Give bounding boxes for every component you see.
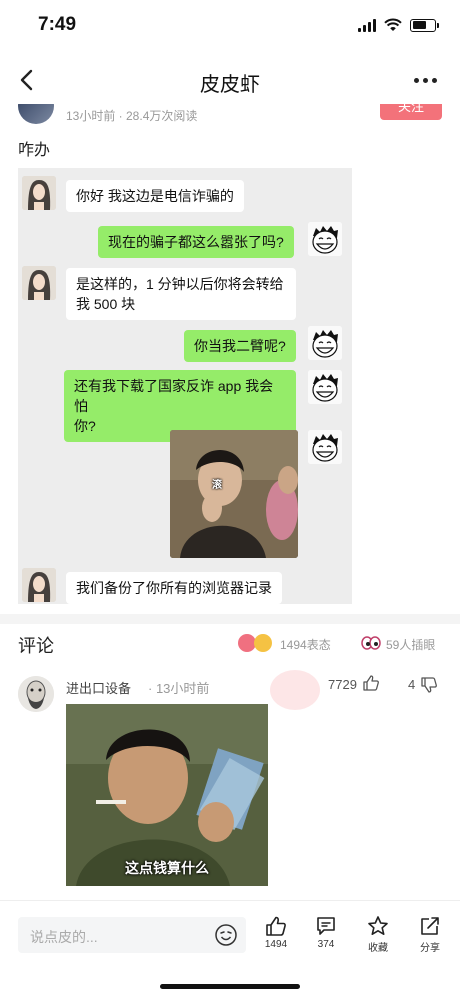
- commenter-name[interactable]: 进出口设备: [66, 678, 131, 697]
- chat-message: 你好 我这边是电信诈骗的: [66, 180, 244, 212]
- section-divider: [0, 614, 460, 624]
- home-indicator[interactable]: [160, 984, 300, 989]
- author-avatar[interactable]: [18, 104, 54, 124]
- comment-meme-image[interactable]: 这点钱算什么: [66, 704, 268, 886]
- chat-screenshot-image[interactable]: 你好 我这边是电信诈骗的 现在的骗子都这么嚣张了吗? 是这样的，1 分钟以后你将…: [18, 168, 352, 604]
- thumbs-up-icon[interactable]: [362, 674, 380, 692]
- post-meta: 13小时前 · 28.4万次阅读: [66, 109, 198, 123]
- cellular-signal-icon: [358, 18, 376, 32]
- meme-caption: 这点钱算什么: [125, 860, 209, 876]
- god-comment-stamp: [270, 670, 320, 710]
- user-avatar: [308, 370, 342, 404]
- chat-message: 是这样的，1 分钟以后你将会转给 我 500 块: [66, 268, 296, 320]
- user-avatar: [308, 326, 342, 360]
- chat-message: 现在的骗子都这么嚣张了吗?: [98, 226, 294, 258]
- emoji-icon[interactable]: [214, 923, 238, 947]
- scammer-avatar: [22, 568, 56, 602]
- comment-likes-count: 7729: [328, 677, 357, 692]
- comment-action-button[interactable]: 374: [306, 915, 346, 950]
- chat-message: 你当我二臂呢?: [184, 330, 296, 362]
- wifi-icon: [384, 18, 402, 31]
- comment-action-label: 374: [317, 939, 335, 950]
- reactions-count[interactable]: 1494表态: [280, 636, 331, 653]
- nav-bar: 皮皮虾: [0, 52, 460, 108]
- chat-message-line: 是这样的，1 分钟以后你将会转给: [76, 276, 284, 292]
- user-avatar: [308, 222, 342, 256]
- like-action-button[interactable]: 1494: [256, 915, 296, 950]
- chat-message-line: 还有我下载了国家反诈 app 我会怕: [74, 378, 274, 414]
- battery-icon: [410, 18, 439, 32]
- thumbs-up-icon: [266, 916, 286, 936]
- comment-input[interactable]: 说点皮的...: [18, 917, 246, 953]
- star-icon: [368, 916, 388, 935]
- comment-time: · 13小时前: [148, 681, 210, 696]
- like-action-label: 1494: [264, 939, 288, 950]
- chat-message: 我们备份了你所有的浏览器记录: [66, 572, 282, 604]
- scammer-avatar: [22, 176, 56, 210]
- comment-input-placeholder: 说点皮的...: [30, 929, 98, 945]
- status-bar: 7:49: [0, 0, 460, 52]
- status-time: 7:49: [38, 14, 77, 35]
- share-icon: [421, 917, 439, 935]
- nav-title: 皮皮虾: [200, 74, 260, 96]
- meme-photo[interactable]: 滚: [170, 430, 298, 558]
- reaction-plant-icon[interactable]: [254, 634, 272, 652]
- chat-message-line: 你?: [74, 418, 96, 434]
- commenter-avatar[interactable]: [18, 676, 54, 712]
- comment-dislikes-count: 4: [408, 677, 416, 692]
- favorite-action-label: 收藏: [368, 943, 388, 954]
- eyes-icon[interactable]: [360, 634, 382, 652]
- scammer-avatar: [22, 266, 56, 300]
- status-icons: [358, 18, 439, 32]
- share-action-button[interactable]: 分享: [410, 915, 450, 954]
- chat-message-line: 我 500 块: [76, 296, 136, 312]
- thumbs-down-icon[interactable]: [420, 676, 438, 694]
- meme-caption: 滚: [212, 480, 222, 491]
- author-row: 13小时前 · 28.4万次阅读 关注: [0, 104, 460, 126]
- more-options-icon[interactable]: [414, 70, 442, 90]
- comment-icon: [317, 917, 335, 935]
- favorite-action-button[interactable]: 收藏: [358, 915, 398, 954]
- user-avatar: [308, 430, 342, 464]
- viewers-count[interactable]: 59人插眼: [386, 636, 435, 653]
- comment-item: 进出口设备 · 13小时前 7729 4 这点钱算什么: [0, 668, 460, 898]
- comments-header: 评论 1494表态 59人插眼: [0, 626, 460, 660]
- share-action-label: 分享: [420, 943, 440, 954]
- post-title: 咋办: [18, 142, 51, 159]
- comments-title: 评论: [18, 636, 54, 656]
- follow-button[interactable]: 关注: [380, 104, 442, 120]
